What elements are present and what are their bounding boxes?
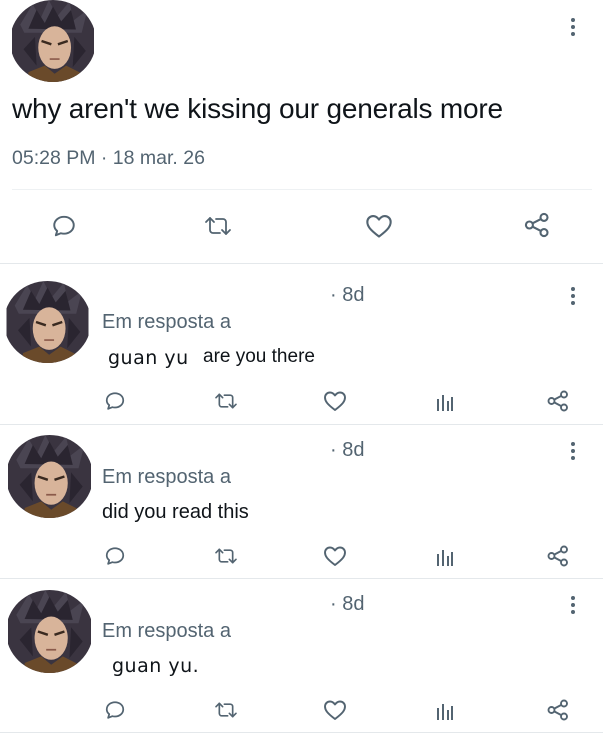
reply-text: are you there [203, 346, 315, 367]
more-vertical-icon[interactable] [570, 287, 576, 305]
share-icon[interactable] [522, 210, 552, 240]
more-vertical-icon[interactable] [570, 18, 576, 36]
reply-to-label: Em resposta a [102, 466, 231, 488]
divider [0, 424, 603, 425]
post-text: why aren't we kissing our generals more [12, 93, 503, 124]
reply-time: · 8d [330, 284, 365, 306]
comment-icon[interactable] [103, 699, 127, 721]
heart-icon[interactable] [322, 699, 348, 721]
heart-icon[interactable] [322, 545, 348, 567]
share-icon[interactable] [545, 543, 571, 569]
reply-time: · 8d [330, 593, 365, 615]
share-icon[interactable] [545, 388, 571, 414]
avatar[interactable] [10, 0, 96, 82]
repost-icon[interactable] [212, 390, 240, 412]
reply-to-label: Em resposta a [102, 620, 231, 642]
reply-text: did you read this [102, 501, 249, 523]
reply-time: · 8d [330, 439, 365, 461]
heart-icon[interactable] [322, 390, 348, 412]
comment-icon[interactable] [103, 390, 127, 412]
analytics-icon[interactable] [433, 699, 457, 721]
repost-icon[interactable] [212, 545, 240, 567]
reply-to-label: Em resposta a [102, 311, 231, 333]
more-vertical-icon[interactable] [570, 442, 576, 460]
avatar[interactable] [6, 435, 93, 518]
divider [0, 578, 603, 579]
divider [0, 732, 603, 733]
analytics-icon[interactable] [433, 390, 457, 412]
avatar[interactable] [4, 281, 91, 363]
analytics-icon[interactable] [433, 545, 457, 567]
repost-icon[interactable] [200, 212, 236, 240]
post-timestamp: 05:28 PM · 18 mar. 26 [12, 147, 205, 169]
divider [0, 263, 603, 264]
avatar[interactable] [6, 590, 93, 673]
divider [12, 189, 592, 190]
repost-icon[interactable] [212, 699, 240, 721]
share-icon[interactable] [545, 697, 571, 723]
reply-mention[interactable]: guan yu. [112, 654, 199, 678]
comment-icon[interactable] [103, 545, 127, 567]
reply-mention[interactable]: guan yu [108, 346, 189, 370]
more-vertical-icon[interactable] [570, 596, 576, 614]
heart-icon[interactable] [364, 212, 394, 240]
comment-icon[interactable] [50, 212, 78, 240]
